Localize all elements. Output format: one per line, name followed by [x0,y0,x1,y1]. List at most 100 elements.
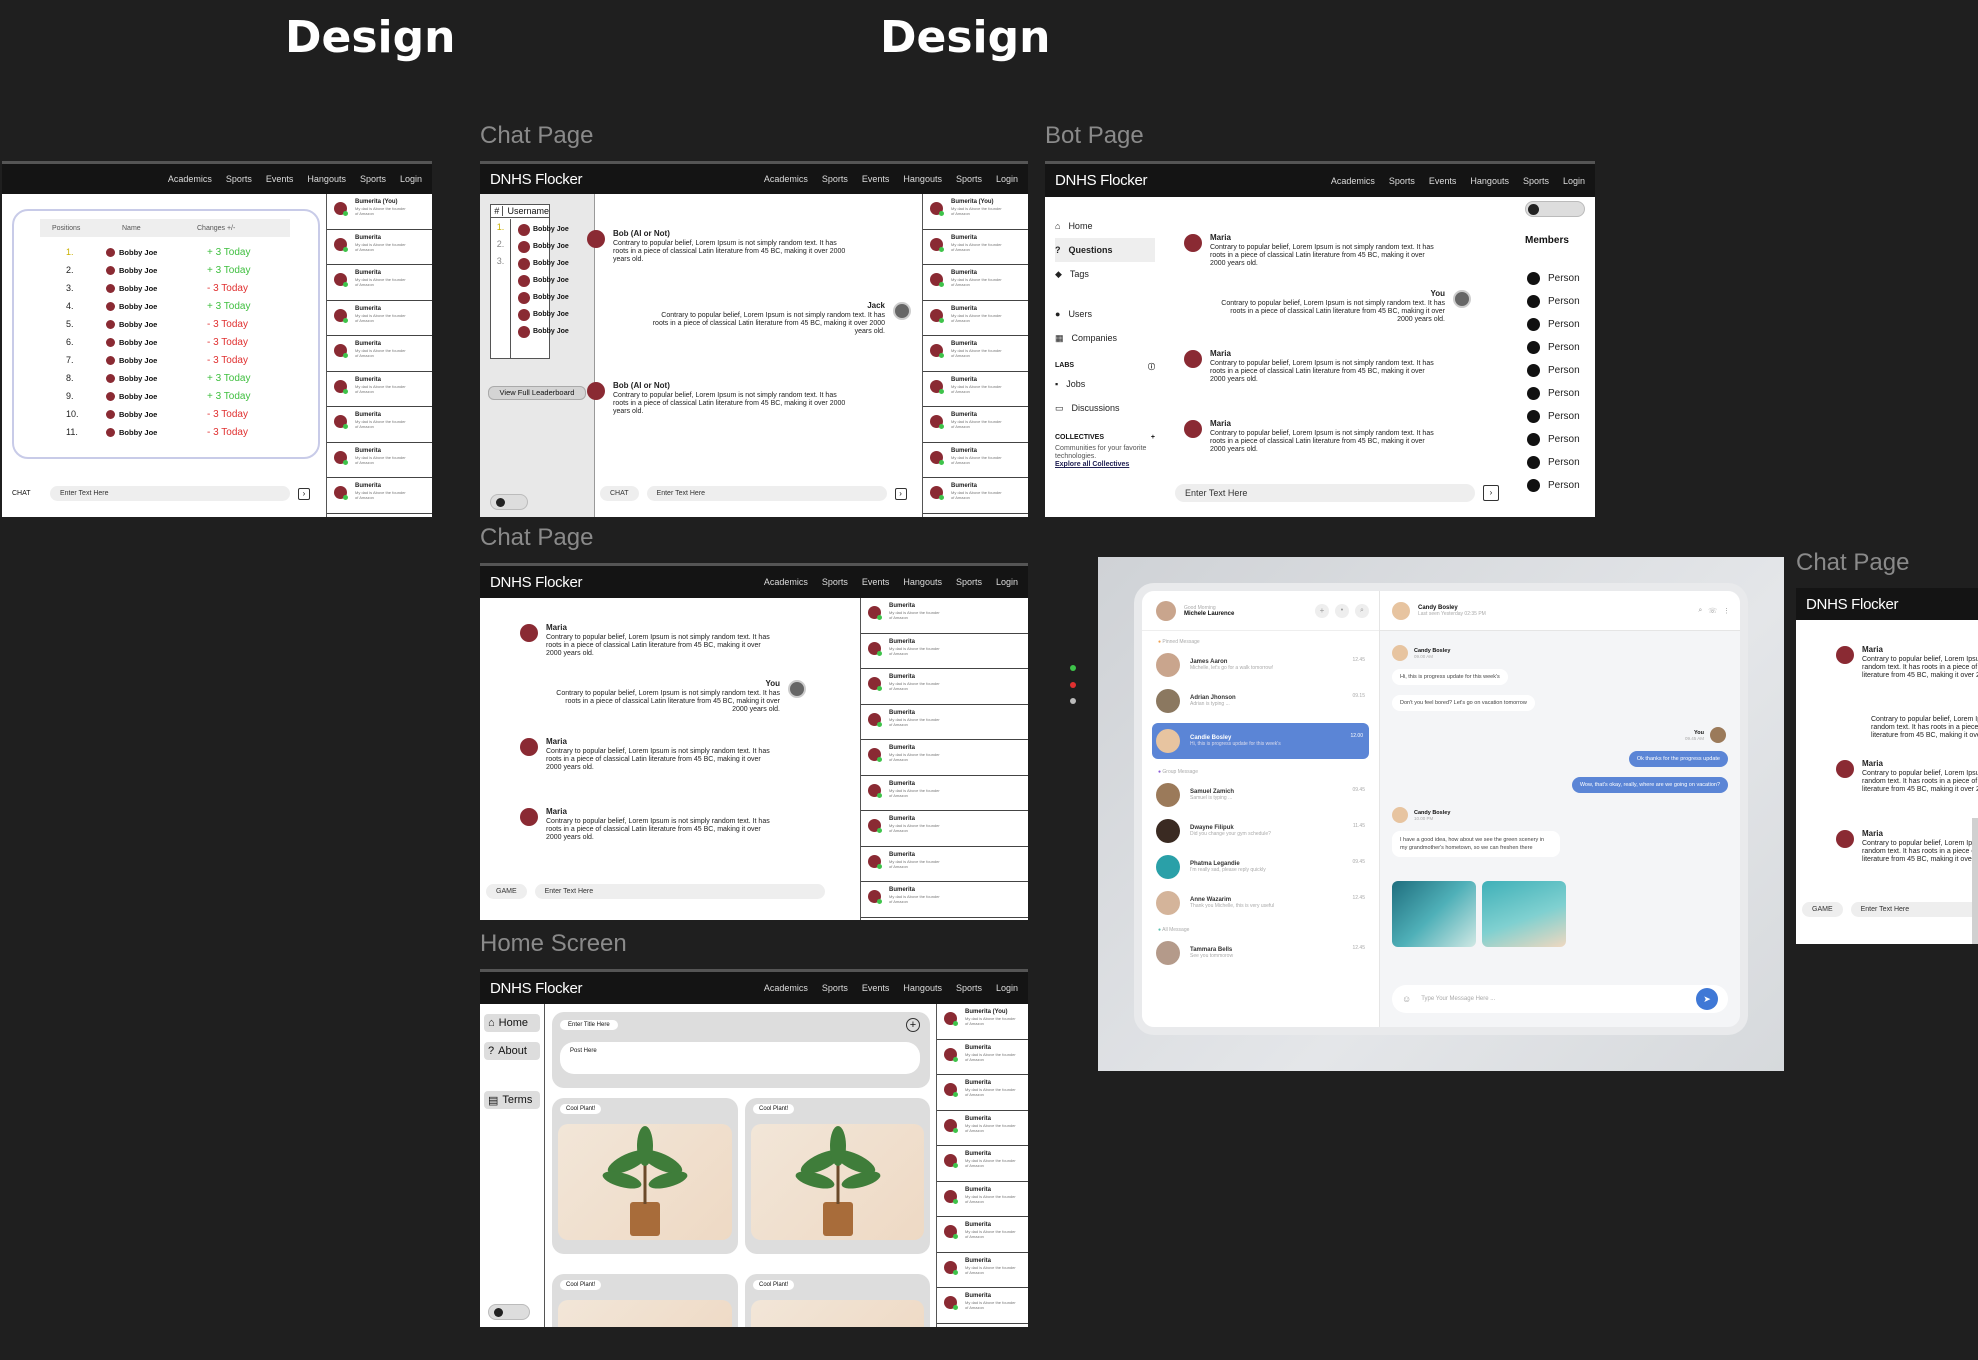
contact-item[interactable]: Anne Wazarim Thank you Michelle, this is … [1142,885,1379,921]
user-list-item[interactable]: Bumerita My dad is Above the founder of A… [861,740,1028,776]
game-mode-button[interactable]: GAME [1802,902,1843,917]
nav-academics[interactable]: Academics [764,577,808,587]
nav-login[interactable]: Login [996,577,1018,587]
more-icon[interactable]: ⋮ [1723,607,1730,615]
user-list-item[interactable]: Bumerita My dad is Above the founder of A… [937,1182,1028,1217]
sidebar-item-users[interactable]: ● Users [1055,302,1155,326]
nav-login[interactable]: Login [996,983,1018,993]
contact-item[interactable]: Dwayne Filipuk Did you change your gym sc… [1142,813,1379,849]
shared-image[interactable] [1392,881,1476,947]
sidebar-item-questions[interactable]: ? Questions [1055,238,1155,262]
nav-academics[interactable]: Academics [168,174,212,184]
member-item[interactable]: Person [1527,382,1580,405]
nav-hangouts[interactable]: Hangouts [307,174,346,184]
user-list-item[interactable]: Bumerita My dad is Above the founder of A… [327,336,432,372]
nav-sports[interactable]: Sports [822,577,848,587]
send-icon[interactable]: › [1483,485,1499,501]
mini-leaderboard-row[interactable]: Bobby Joe [518,272,569,289]
nav-sports-2[interactable]: Sports [956,983,982,993]
sidebar-item-jobs[interactable]: ▪ Jobs [1055,372,1155,396]
user-list-item[interactable]: Bumerita My dad is Above the founder of A… [861,776,1028,811]
nav-about-button[interactable]: ? About [484,1042,540,1060]
shared-image[interactable] [1482,881,1566,947]
member-item[interactable]: Person [1527,290,1580,313]
brand-logo[interactable]: DNHS Flocker [1055,172,1331,189]
user-list-item[interactable]: Bumerita My dad is Above the founder of A… [861,634,1028,669]
nav-terms-button[interactable]: ▤ Terms [484,1091,540,1109]
leaderboard-row[interactable]: 7. Bobby Joe - 3 Today [66,351,286,369]
title-input[interactable]: Enter Title Here [560,1020,618,1030]
mini-leaderboard-row[interactable]: Bobby Joe [518,289,569,306]
user-list-item[interactable]: Bumerita (You) My dad is Above the founde… [923,194,1028,230]
user-list-item[interactable]: Bumerita My dad is Above the founder of A… [923,336,1028,372]
leaderboard-row[interactable]: 5. Bobby Joe - 3 Today [66,315,286,333]
plus-icon[interactable]: + [1151,434,1155,441]
user-list-item[interactable]: Bumerita My dad is Above the founder of A… [937,1288,1028,1324]
member-item[interactable]: Person [1527,267,1580,290]
leaderboard-row[interactable]: 9. Bobby Joe + 3 Today [66,387,286,405]
nav-hangouts[interactable]: Hangouts [1470,176,1509,186]
add-icon[interactable]: + [1315,603,1329,618]
leaderboard-row[interactable]: 3. Bobby Joe - 3 Today [66,279,286,297]
emoji-icon[interactable]: ☺ [1402,994,1411,1004]
nav-login[interactable]: Login [400,174,422,184]
leaderboard-row[interactable]: 10. Bobby Joe - 3 Today [66,405,286,423]
nav-hangouts[interactable]: Hangouts [903,577,942,587]
user-list-item[interactable]: Bumerita (You) My dad is Above the founde… [327,194,432,230]
search-icon[interactable]: ⌕ [1698,607,1702,615]
user-list-item[interactable]: Bumerita My dad is Above the founder of A… [923,443,1028,478]
send-icon[interactable]: › [894,487,907,500]
user-list-item[interactable]: Bumerita My dad is Above the founder of A… [937,1253,1028,1288]
nav-events[interactable]: Events [862,174,890,184]
user-list-item[interactable]: Bumerita My dad is Above the founder of A… [327,301,432,336]
nav-academics[interactable]: Academics [1331,176,1375,186]
user-list-item[interactable]: Bumerita My dad is Above the founder of A… [937,1040,1028,1075]
user-list-item[interactable]: Bumerita My dad is Above the founder of A… [861,669,1028,705]
member-item[interactable]: Person [1527,336,1580,359]
brand-logo[interactable]: DNHS Flocker [490,171,764,188]
user-list-item[interactable]: Bumerita My dad is Above the founder of A… [923,372,1028,407]
user-list-item[interactable]: Bumerita My dad is Above the founder of A… [327,265,432,301]
user-list-item[interactable]: Bumerita My dad is Above the founder of A… [923,478,1028,514]
game-mode-button[interactable]: GAME [486,884,527,899]
user-list-item[interactable]: Bumerita My dad is Above the founder of A… [861,811,1028,847]
chat-input[interactable]: Enter Text Here [534,884,825,899]
send-icon[interactable]: › [298,487,310,500]
nav-sports[interactable]: Sports [822,174,848,184]
sidebar-item-tags[interactable]: ◆ Tags [1055,262,1155,286]
user-list-item[interactable]: Bumerita My dad is Above the founder of A… [861,882,1028,918]
nav-sports-2[interactable]: Sports [1523,176,1549,186]
nav-sports-2[interactable]: Sports [360,174,386,184]
post-card[interactable]: Cool Plant! [552,1274,738,1327]
nav-events[interactable]: Events [266,174,294,184]
member-item[interactable]: Person [1527,405,1580,428]
member-item[interactable]: Person [1527,313,1580,336]
nav-sports[interactable]: Sports [822,983,848,993]
contact-item[interactable]: James Aaron Michelle, let's go for a walk… [1142,647,1379,683]
user-list-item[interactable]: Bumerita My dad is Above the founder of A… [923,301,1028,336]
leaderboard-row[interactable]: 4. Bobby Joe + 3 Today [66,297,286,315]
contact-item-active[interactable]: Candie Bosley Hi, this is progress update… [1152,723,1369,759]
nav-sports-2[interactable]: Sports [956,174,982,184]
mini-leaderboard-row[interactable]: Bobby Joe [518,221,569,238]
user-list-item[interactable]: Bumerita My dad is Above the founder of A… [923,230,1028,265]
user-list-item[interactable]: Bumerita My dad is Above the founder of A… [937,1111,1028,1146]
explore-collectives-link[interactable]: Explore all Collectives [1055,461,1155,468]
mini-leaderboard-row[interactable]: Bobby Joe [518,306,569,323]
member-item[interactable]: Person [1527,474,1580,497]
notification-icon[interactable]: • [1335,603,1349,618]
leaderboard-row[interactable]: 6. Bobby Joe - 3 Today [66,333,286,351]
nav-academics[interactable]: Academics [764,983,808,993]
scrollbar[interactable] [1972,818,1978,944]
contact-item[interactable]: Adrian Jhonson Adrian is typing ... 09.15 [1142,683,1379,719]
chat-input[interactable]: Enter Text Here [1175,484,1475,502]
post-card[interactable]: Cool Plant! [745,1274,930,1327]
message-input[interactable]: Type Your Message Here ... [1421,996,1686,1002]
user-list-item[interactable]: Bumerita My dad is Above the founder of A… [861,847,1028,882]
theme-toggle[interactable] [488,1304,530,1320]
user-list-item[interactable]: Bumerita My dad is Above the founder of A… [861,705,1028,740]
user-list-item[interactable]: Bumerita My dad is Above the founder of A… [923,265,1028,301]
nav-sports[interactable]: Sports [1389,176,1415,186]
nav-hangouts[interactable]: Hangouts [903,174,942,184]
brand-logo[interactable]: DNHS Flocker [1806,596,1978,613]
